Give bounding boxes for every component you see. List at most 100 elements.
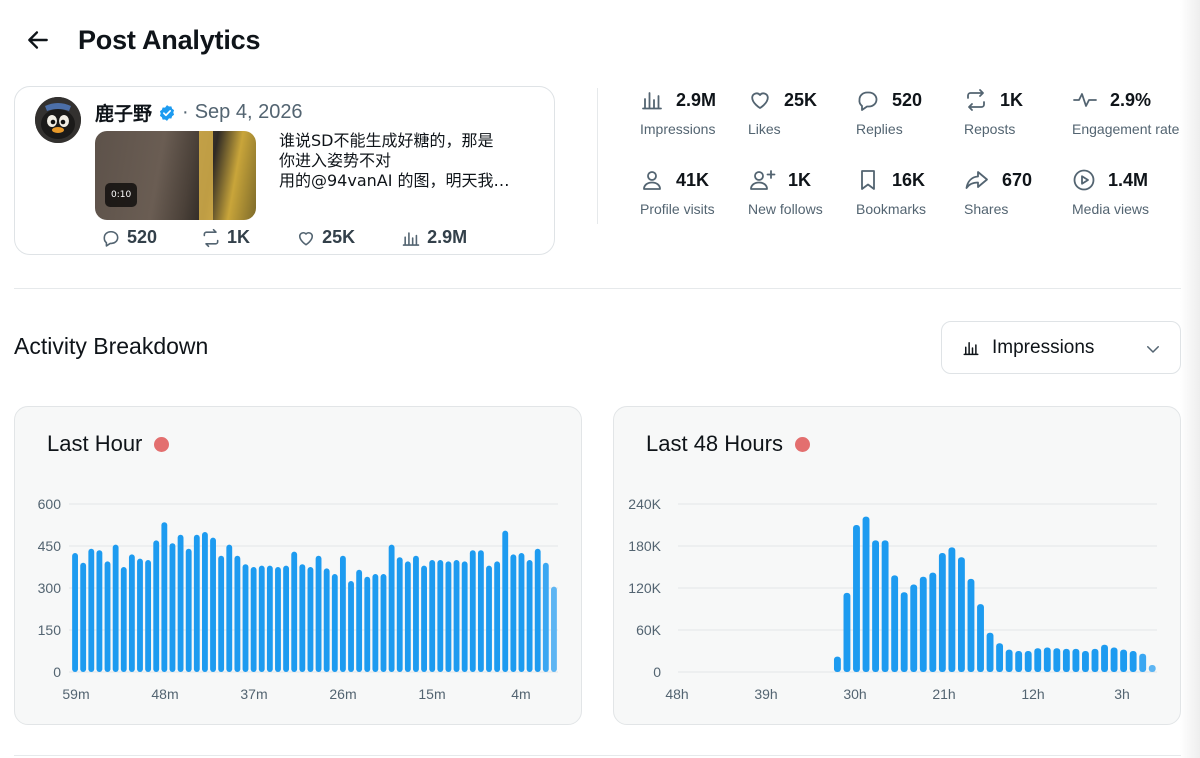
bar[interactable]: [938, 553, 946, 672]
bar[interactable]: [161, 522, 168, 672]
bar[interactable]: [275, 567, 281, 672]
bar[interactable]: [881, 540, 889, 672]
bar[interactable]: [348, 581, 354, 672]
bar[interactable]: [872, 540, 880, 672]
bar[interactable]: [445, 561, 452, 672]
metric-media-views[interactable]: 1.4M Media views: [1072, 167, 1192, 218]
bar[interactable]: [96, 550, 103, 672]
bar[interactable]: [380, 574, 387, 672]
bar[interactable]: [843, 592, 851, 672]
bar[interactable]: [185, 548, 192, 672]
bar[interactable]: [910, 584, 918, 673]
bar[interactable]: [72, 553, 78, 672]
bar[interactable]: [364, 576, 371, 672]
bar[interactable]: [169, 543, 176, 672]
bar[interactable]: [996, 643, 1004, 672]
bar[interactable]: [372, 574, 379, 672]
bar[interactable]: [266, 565, 273, 672]
bar[interactable]: [307, 567, 314, 672]
bar[interactable]: [477, 550, 484, 672]
bar[interactable]: [1053, 648, 1061, 672]
bar[interactable]: [153, 540, 160, 672]
bar[interactable]: [396, 557, 403, 672]
bar[interactable]: [437, 560, 444, 672]
bar[interactable]: [891, 575, 899, 672]
bar[interactable]: [210, 537, 216, 672]
bar[interactable]: [957, 557, 965, 672]
bar[interactable]: [1101, 644, 1108, 672]
bar[interactable]: [137, 558, 143, 672]
bar[interactable]: [104, 561, 111, 672]
bar[interactable]: [202, 532, 208, 672]
metric-shares[interactable]: 670 Shares: [964, 167, 1084, 218]
bar[interactable]: [1129, 651, 1137, 672]
metric-reposts[interactable]: 1K Reposts: [964, 87, 1084, 137]
author-name[interactable]: 鹿子野: [95, 99, 152, 126]
bar[interactable]: [948, 547, 956, 672]
bar[interactable]: [502, 530, 509, 672]
bar[interactable]: [80, 562, 87, 672]
bar[interactable]: [339, 555, 346, 672]
avatar[interactable]: [35, 97, 81, 143]
bar[interactable]: [242, 564, 249, 672]
metric-replies[interactable]: 520 Replies: [856, 87, 976, 138]
bar[interactable]: [929, 572, 937, 672]
back-button[interactable]: [24, 26, 52, 54]
bar[interactable]: [331, 574, 338, 672]
bar[interactable]: [853, 525, 860, 672]
bar[interactable]: [1005, 649, 1013, 672]
bar[interactable]: [833, 656, 841, 672]
bar[interactable]: [1034, 648, 1042, 672]
metric-dropdown[interactable]: Impressions: [941, 321, 1181, 374]
bar[interactable]: [1091, 648, 1099, 672]
bar[interactable]: [518, 553, 525, 672]
post-date[interactable]: Sep 4, 2026: [195, 101, 303, 124]
bar[interactable]: [356, 569, 363, 672]
view-count[interactable]: 2.9M: [401, 227, 467, 248]
bar[interactable]: [315, 555, 322, 672]
bar[interactable]: [112, 544, 119, 672]
bar[interactable]: [1062, 648, 1070, 672]
bar[interactable]: [120, 567, 127, 672]
bar[interactable]: [421, 565, 427, 672]
bar[interactable]: [1139, 653, 1147, 672]
bar[interactable]: [1015, 651, 1023, 672]
bar[interactable]: [388, 544, 395, 672]
bar[interactable]: [193, 534, 200, 672]
bar[interactable]: [145, 560, 152, 672]
metric-engagement-rate[interactable]: 2.9% Engagement rate: [1072, 87, 1192, 138]
bar[interactable]: [977, 604, 984, 672]
video-thumbnail[interactable]: 0:10: [95, 131, 256, 220]
bar[interactable]: [862, 516, 870, 672]
bar[interactable]: [323, 568, 330, 672]
post-card[interactable]: 鹿子野 · Sep 4, 2026 0:10 谁说SD不能生成好糖的，那是 你进…: [14, 86, 555, 255]
bar[interactable]: [919, 576, 927, 672]
bar[interactable]: [967, 578, 975, 672]
bar[interactable]: [177, 534, 184, 672]
bar[interactable]: [510, 554, 517, 672]
repost-count[interactable]: 1K: [201, 227, 250, 248]
bar[interactable]: [551, 586, 557, 672]
like-count[interactable]: 25K: [296, 227, 355, 248]
metric-bookmarks[interactable]: 16K Bookmarks: [856, 167, 976, 218]
bar[interactable]: [413, 555, 419, 672]
metric-profile-visits[interactable]: 41K Profile visits: [640, 167, 760, 218]
bar[interactable]: [283, 565, 290, 672]
bar[interactable]: [1072, 648, 1080, 672]
bar[interactable]: [461, 561, 468, 672]
bar[interactable]: [404, 561, 411, 672]
bar[interactable]: [299, 564, 306, 672]
bar[interactable]: [429, 560, 436, 672]
bar[interactable]: [542, 562, 549, 672]
bar[interactable]: [486, 565, 492, 672]
bar[interactable]: [1110, 647, 1118, 673]
bar[interactable]: [986, 632, 994, 672]
bar[interactable]: [494, 561, 501, 672]
bar[interactable]: [258, 565, 265, 672]
bar[interactable]: [291, 551, 298, 672]
metric-likes[interactable]: 25K Likes: [748, 87, 868, 138]
bar[interactable]: [526, 560, 533, 672]
bar[interactable]: [1024, 651, 1032, 672]
metric-impressions[interactable]: 2.9M Impressions: [640, 87, 760, 138]
bar[interactable]: [534, 548, 541, 672]
